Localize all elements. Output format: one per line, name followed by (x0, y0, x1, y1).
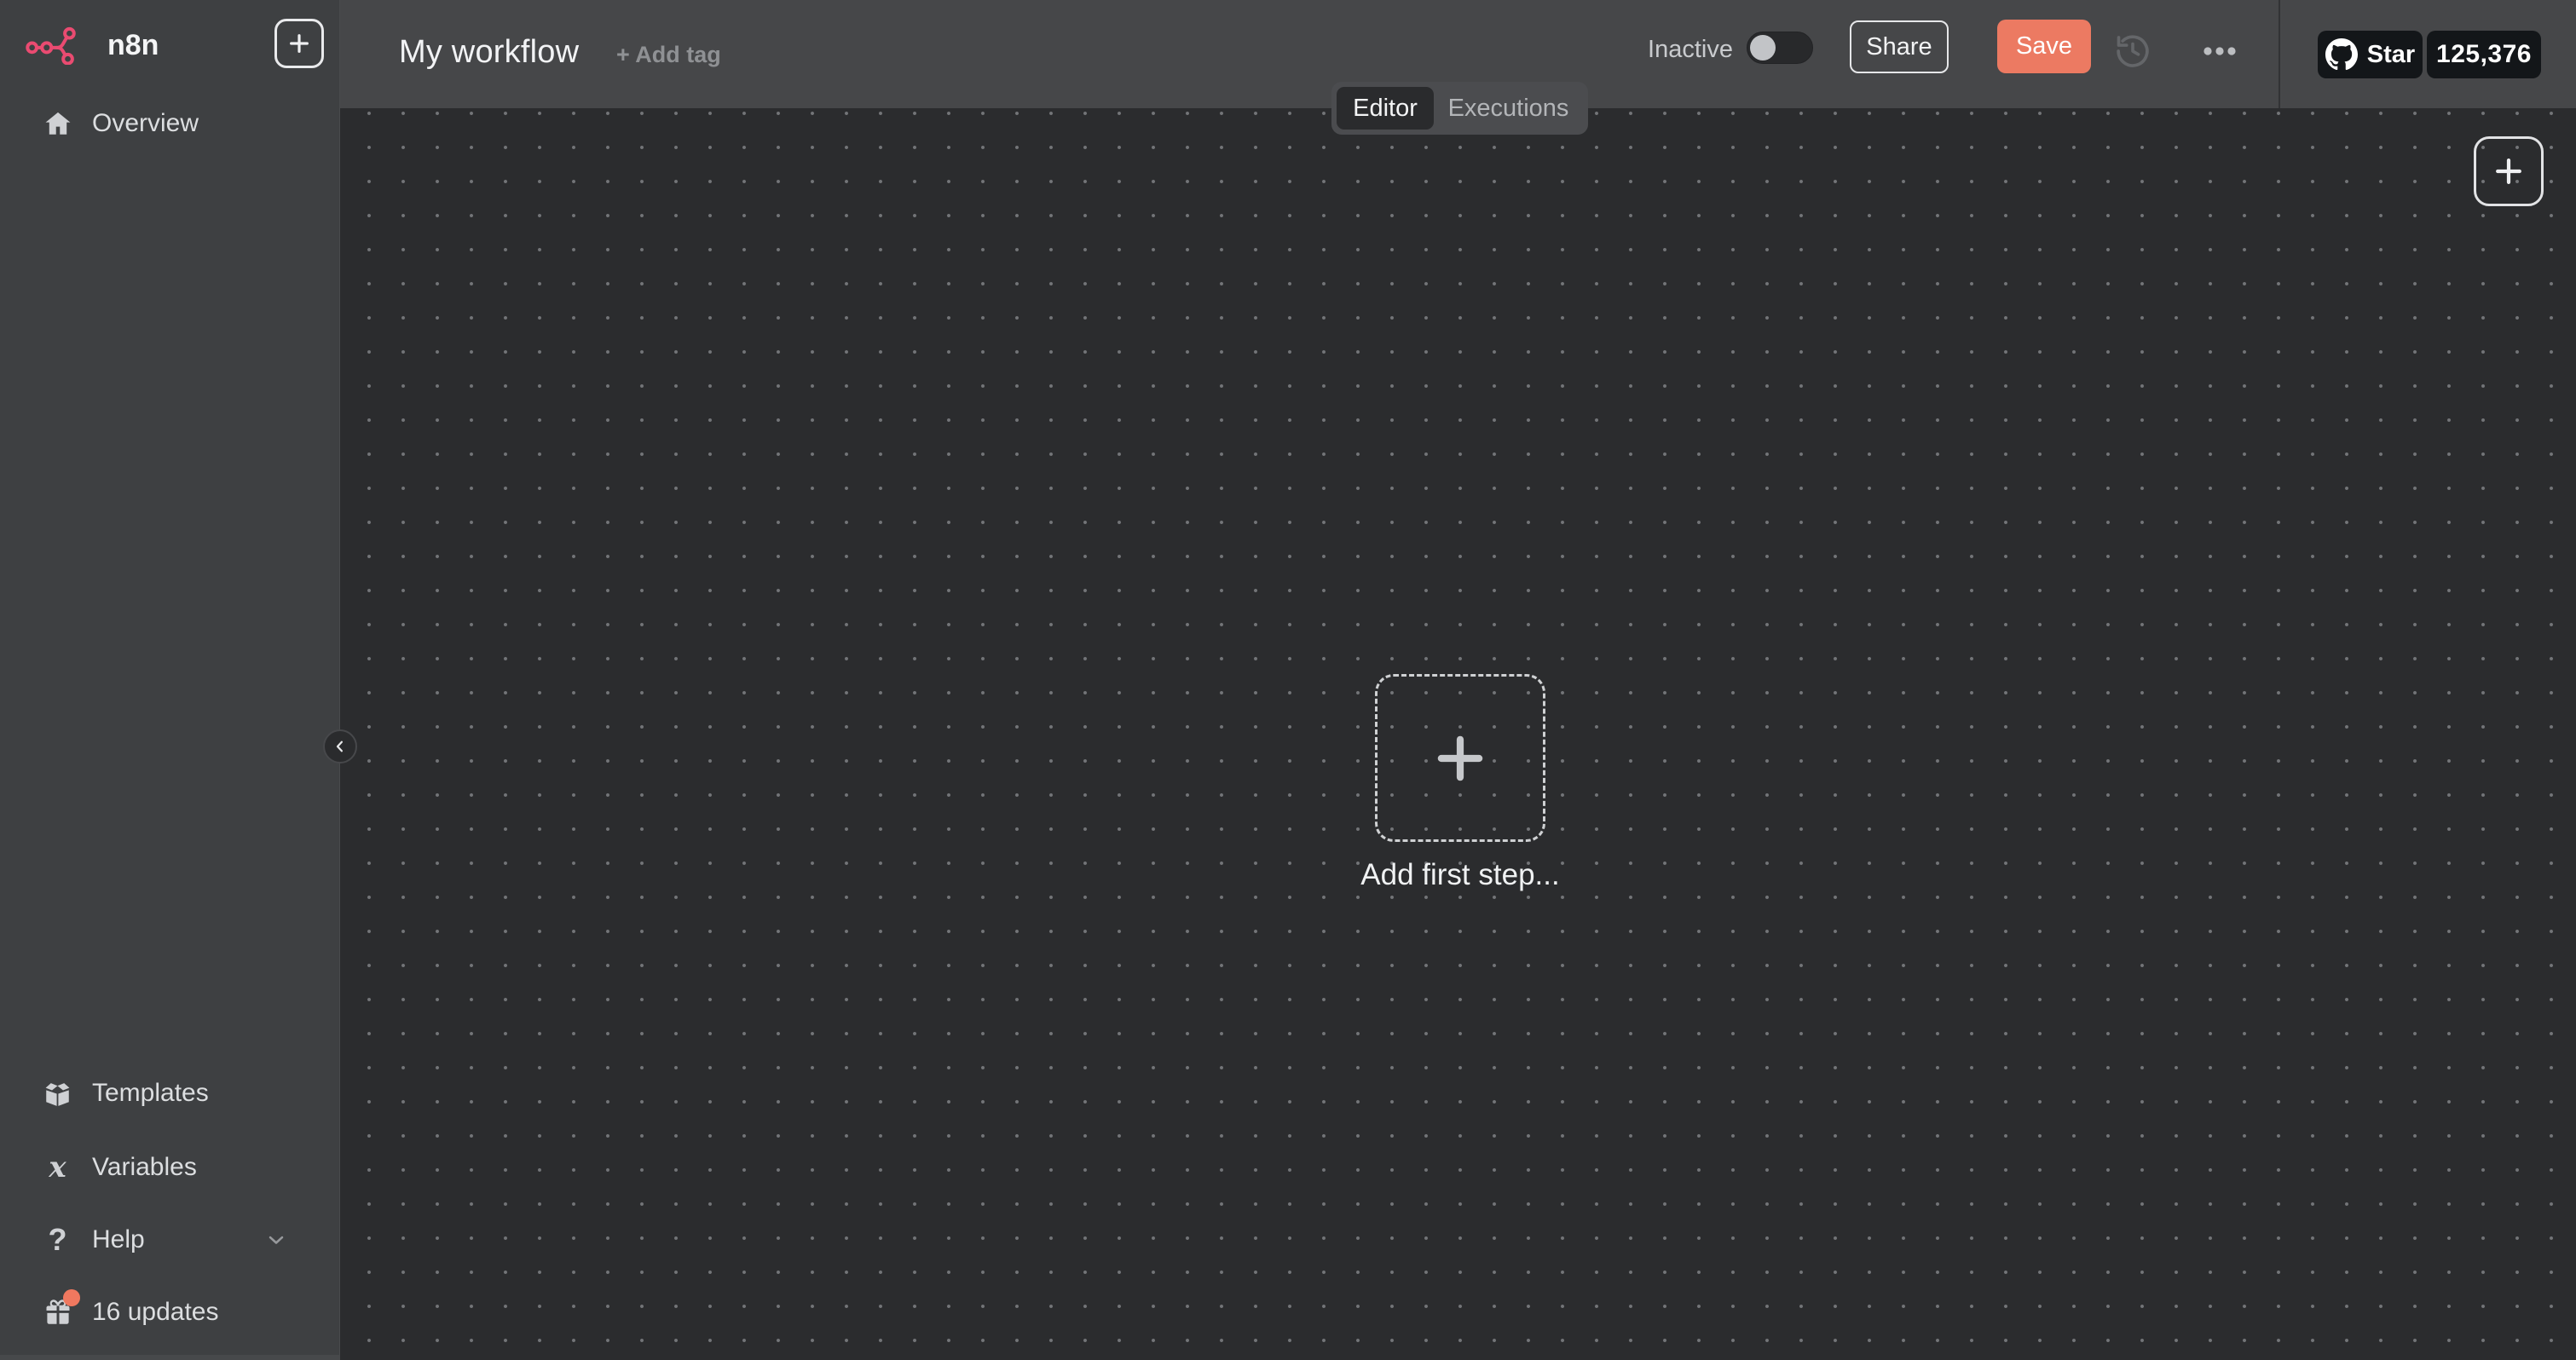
add-tag-button[interactable]: + Add tag (616, 42, 721, 68)
n8n-logo-icon (26, 26, 94, 65)
share-button[interactable]: Share (1850, 20, 1949, 73)
sidebar-bottom-strip (0, 1355, 340, 1360)
workflow-history-icon[interactable] (2113, 32, 2152, 71)
sidebar-item-updates[interactable]: 16 updates (0, 1282, 340, 1342)
variable-x-icon: x (42, 1152, 73, 1184)
sidebar-item-label: Overview (92, 109, 199, 138)
toggle-knob (1750, 35, 1776, 61)
home-icon (42, 108, 73, 140)
box-icon (42, 1078, 73, 1109)
more-options-icon[interactable] (2200, 39, 2239, 63)
header-divider (2279, 0, 2280, 108)
plus-icon (2490, 153, 2527, 190)
sidebar-item-label: Templates (92, 1079, 209, 1108)
new-workflow-button[interactable] (274, 19, 324, 68)
updates-badge (63, 1289, 80, 1306)
workflow-title[interactable]: My workflow (399, 34, 579, 71)
plus-icon (286, 30, 313, 57)
sidebar-item-templates[interactable]: Templates (0, 1063, 340, 1123)
github-star-button[interactable]: Star (2318, 31, 2423, 78)
header-bar: My workflow + Add tag Editor Executions … (340, 0, 2576, 108)
github-star-label: Star (2367, 41, 2415, 69)
sidebar-item-overview[interactable]: Overview (0, 94, 340, 153)
editor-executions-tabs: Editor Executions (1331, 82, 1588, 135)
workflow-canvas[interactable]: Add first step... (340, 108, 2576, 1360)
github-star-count[interactable]: 125,376 (2427, 31, 2541, 78)
workflow-status-label: Inactive (1585, 36, 1733, 64)
save-button[interactable]: Save (1997, 20, 2091, 73)
add-first-step-label: Add first step... (1290, 858, 1631, 892)
add-node-button[interactable] (2474, 136, 2544, 206)
sidebar-item-label: 16 updates (92, 1298, 218, 1327)
sidebar-item-label: Variables (92, 1153, 197, 1182)
n8n-logo: n8n (26, 26, 159, 65)
gift-icon (42, 1297, 73, 1328)
tab-executions[interactable]: Executions (1434, 87, 1583, 130)
chevron-down-icon (264, 1228, 288, 1252)
tab-editor[interactable]: Editor (1337, 87, 1434, 130)
sidebar: n8n Overview Templates x Variable (0, 0, 340, 1360)
n8n-app: Add first step... My workflow + Add tag … (0, 0, 2576, 1360)
add-first-step-box[interactable] (1375, 674, 1545, 842)
activate-toggle[interactable] (1747, 32, 1813, 64)
github-icon (2325, 38, 2358, 71)
sidebar-item-label: Help (92, 1225, 145, 1254)
question-icon: ? (42, 1225, 73, 1256)
sidebar-item-variables[interactable]: x Variables (0, 1138, 340, 1197)
sidebar-item-help[interactable]: ? Help (0, 1210, 340, 1270)
plus-icon (1428, 726, 1493, 791)
brand-name: n8n (107, 29, 159, 62)
collapse-sidebar-button[interactable] (323, 729, 357, 764)
